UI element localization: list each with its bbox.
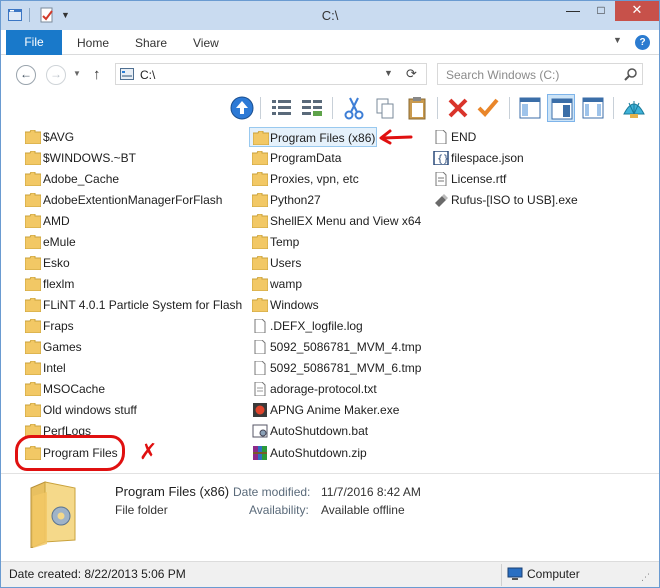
details-modified-value: 11/7/2016 8:42 AM — [321, 485, 421, 499]
folder-icon — [251, 213, 269, 229]
status-date-created: Date created: 8/22/2013 5:06 PM — [9, 567, 186, 581]
tab-file[interactable]: File — [6, 30, 62, 55]
details-pane-icon[interactable] — [547, 94, 575, 122]
ribbon-tabs: File Home Share View ▼ ? — [1, 30, 659, 55]
folder-icon — [24, 171, 42, 187]
file-icon — [433, 129, 449, 145]
details-item-type: File folder — [115, 503, 168, 517]
folder-icon — [24, 402, 42, 418]
resize-grip-icon[interactable]: ⋰ — [641, 572, 650, 583]
app-icon — [252, 403, 268, 417]
up-button[interactable]: ↑ — [93, 66, 101, 83]
search-box[interactable]: Search Windows (C:) — [437, 63, 643, 85]
status-bar: Date created: 8/22/2013 5:06 PM Computer… — [1, 561, 659, 587]
folder-icon — [24, 150, 42, 166]
toolbar-divider — [332, 97, 333, 119]
forward-button[interactable]: → — [46, 65, 66, 85]
tab-home[interactable]: Home — [77, 30, 109, 55]
close-button[interactable]: ✕ — [615, 1, 659, 21]
details-pane: Program Files (x86) File folder Date mod… — [1, 473, 659, 561]
address-dropdown-icon[interactable]: ▼ — [384, 68, 393, 78]
list-item-folder[interactable]: Program Files (x86) — [249, 127, 377, 147]
navigation-bar: ← → ▼ ↑ C:\ ▼ ⟳ Search Windows (C:) — [1, 55, 659, 93]
rtf-file-icon — [433, 171, 449, 187]
folder-icon — [251, 150, 269, 166]
list-view-icon[interactable] — [298, 94, 326, 122]
text-file-icon — [252, 381, 268, 397]
archive-icon — [252, 446, 268, 460]
search-icon[interactable] — [624, 67, 638, 81]
folder-icon — [24, 339, 42, 355]
copy-icon[interactable] — [371, 94, 399, 122]
json-file-icon: {} — [433, 150, 449, 166]
folder-icon — [24, 360, 42, 376]
folder-icon — [251, 171, 269, 187]
ribbon-expand-icon[interactable]: ▼ — [613, 35, 622, 45]
address-text: C:\ — [140, 68, 156, 82]
annotation-x-mark: ✗ — [139, 439, 158, 464]
folder-icon — [24, 276, 42, 292]
details-modified-label: Date modified: — [233, 485, 311, 499]
toolbar-divider — [260, 97, 261, 119]
paste-icon[interactable] — [403, 94, 431, 122]
folder-icon — [24, 255, 42, 271]
recent-locations-dropdown-icon[interactable]: ▼ — [73, 69, 81, 78]
back-button[interactable]: ← — [16, 65, 36, 85]
details-availability-value: Available offline — [321, 503, 405, 517]
folder-icon — [24, 129, 42, 145]
tab-view[interactable]: View — [193, 30, 219, 55]
status-computer: Computer — [527, 567, 580, 581]
file-icon — [252, 318, 268, 334]
folder-icon — [24, 318, 42, 334]
folder-icon — [24, 297, 42, 313]
annotation-arrow — [379, 129, 413, 145]
svg-text:{}: {} — [437, 154, 449, 165]
file-list: $AVG $WINDOWS.~BT Adobe_Cache AdobeExten… — [1, 123, 659, 473]
file-icon — [252, 339, 268, 355]
check-icon[interactable] — [474, 94, 502, 122]
folder-icon — [251, 255, 269, 271]
toolbar-divider — [509, 97, 510, 119]
explorer-window: ▼ C:\ — □ ✕ File Home Share View ▼ ? ← →… — [0, 0, 660, 588]
folder-icon — [251, 276, 269, 292]
navigation-pane-icon[interactable] — [579, 94, 607, 122]
search-input[interactable]: Search Windows (C:) — [446, 68, 559, 82]
tab-share[interactable]: Share — [135, 30, 167, 55]
refresh-icon[interactable]: ⟳ — [406, 66, 417, 82]
shell-icon[interactable] — [620, 94, 648, 122]
cut-icon[interactable] — [340, 94, 368, 122]
annotation-circle — [15, 435, 125, 471]
folder-icon — [251, 297, 269, 313]
toolbar — [1, 93, 659, 123]
folder-icon — [251, 192, 269, 208]
up-folder-icon[interactable] — [228, 94, 256, 122]
usb-drive-icon — [433, 193, 449, 207]
title-bar: ▼ C:\ — □ ✕ — [1, 1, 659, 30]
toolbar-divider — [437, 97, 438, 119]
folder-icon — [24, 213, 42, 229]
folder-icon — [252, 130, 270, 146]
delete-icon[interactable] — [444, 94, 472, 122]
folder-icon — [24, 234, 42, 250]
details-view-icon[interactable] — [268, 94, 296, 122]
details-item-name: Program Files (x86) — [115, 484, 230, 499]
computer-icon — [507, 567, 523, 580]
maximize-button[interactable]: □ — [587, 1, 615, 21]
address-bar[interactable]: C:\ ▼ ⟳ — [115, 63, 427, 85]
folder-icon — [251, 234, 269, 250]
file-icon — [252, 360, 268, 376]
folder-icon — [24, 192, 42, 208]
toolbar-divider — [613, 97, 614, 119]
details-availability-label: Availability: — [249, 503, 309, 517]
status-divider — [501, 564, 502, 586]
help-icon[interactable]: ? — [635, 35, 650, 50]
folder-icon — [24, 381, 42, 397]
preview-pane-icon[interactable] — [516, 94, 544, 122]
large-folder-icon — [30, 481, 76, 548]
batch-file-icon — [252, 424, 268, 438]
minimize-button[interactable]: — — [559, 1, 587, 21]
drive-icon — [120, 68, 134, 80]
